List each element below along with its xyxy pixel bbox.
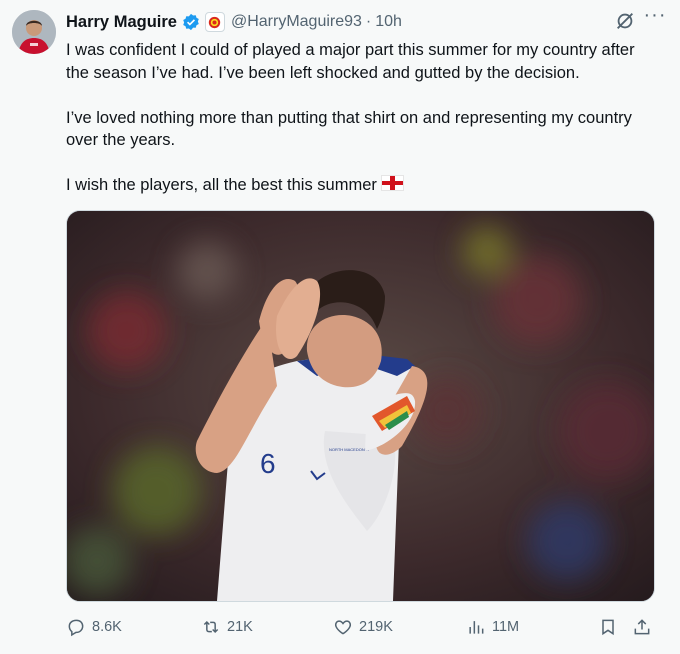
tweet-image[interactable]: 6 NORTH MACEDONIA: [66, 210, 655, 602]
tweet-paragraph-3-text: I wish the players, all the best this su…: [66, 176, 377, 194]
reply-count: 8.6K: [92, 619, 122, 635]
more-icon[interactable]: ···: [642, 5, 668, 32]
repost-count: 21K: [227, 619, 253, 635]
avatar[interactable]: [12, 10, 56, 54]
like-count: 219K: [359, 619, 393, 635]
views-icon: [469, 621, 484, 634]
grok-icon[interactable]: [614, 10, 636, 32]
share-icon: [634, 619, 650, 635]
tweet-text: I was confident I could of played a majo…: [66, 39, 656, 219]
views-button[interactable]: 11M: [466, 612, 519, 642]
reply-button[interactable]: 8.6K: [66, 612, 122, 642]
reply-icon: [68, 619, 84, 637]
verified-icon[interactable]: [182, 13, 200, 31]
tweet-paragraph-2: I’ve loved nothing more than putting tha…: [66, 108, 637, 150]
club-badge-icon[interactable]: [204, 12, 225, 32]
share-button[interactable]: [632, 612, 658, 642]
england-flag-icon: [380, 175, 404, 191]
repost-button[interactable]: 21K: [201, 612, 253, 642]
view-count: 11M: [492, 619, 520, 635]
author-name[interactable]: Harry Maguire: [66, 13, 177, 32]
tweet-actions: 8.6K 21K 219K 11M: [66, 612, 662, 642]
bookmark-icon: [602, 619, 614, 636]
like-icon: [334, 620, 352, 635]
jersey-text: NORTH MACEDONIA: [329, 447, 369, 452]
repost-icon: [203, 620, 219, 634]
timestamp[interactable]: 10h: [375, 13, 402, 31]
tweet-paragraph-3: I wish the players, all the best this su…: [66, 174, 656, 197]
like-button[interactable]: 219K: [333, 612, 393, 642]
separator: ·: [365, 13, 372, 30]
bookmark-button[interactable]: [598, 612, 624, 642]
jersey-number: 6: [260, 448, 276, 479]
author-handle[interactable]: @HarryMaguire93: [231, 13, 362, 31]
tweet-paragraph-1: I was confident I could of played a majo…: [66, 41, 640, 82]
tweet-header: Harry Maguire @HarryMaguire93 · 10h: [66, 11, 668, 33]
